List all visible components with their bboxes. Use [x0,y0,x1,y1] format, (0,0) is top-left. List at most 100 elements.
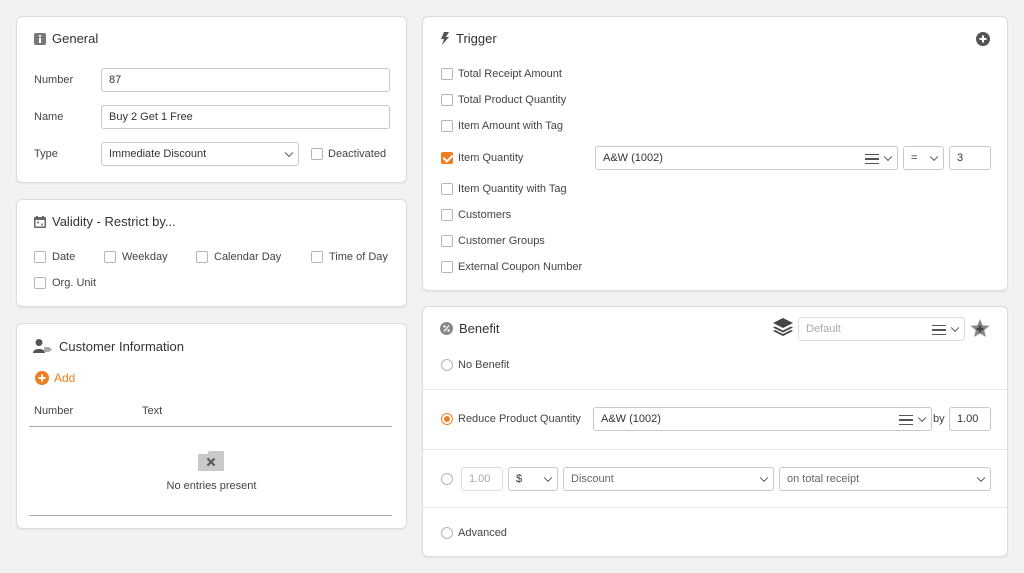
validity-header: Validity - Restrict by... [34,214,176,229]
calendar-day-checkbox[interactable] [196,251,208,263]
total-product-quantity-checkbox[interactable] [441,94,453,106]
table-header-divider [29,426,392,427]
chevron-down-icon [976,473,986,483]
discount-type-select[interactable]: Discount [563,467,774,491]
deactivated-checkbox[interactable] [311,148,323,160]
operator-value: = [911,152,918,164]
by-label: by [933,413,945,425]
item-quantity-checkbox[interactable] [441,152,453,164]
discount-type-value: Discount [571,473,614,485]
item-quantity-with-tag-checkbox[interactable] [441,183,453,195]
type-select[interactable]: Immediate Discount [101,142,299,166]
item-amount-with-tag-label: Item Amount with Tag [458,120,563,132]
benefit-divider [423,507,1007,508]
date-label: Date [52,251,76,263]
benefit-divider [423,389,1007,390]
table-footer-divider [29,515,392,516]
discount-scope-select[interactable]: on total receipt [779,467,991,491]
chevron-down-icon [929,152,939,162]
trigger-panel: Trigger Total Receipt Amount Total Produ… [422,16,1008,291]
number-input[interactable]: 87 [101,68,390,92]
item-quantity-with-tag-label: Item Quantity with Tag [458,183,567,195]
customer-info-title: Customer Information [59,338,184,354]
name-input[interactable]: Buy 2 Get 1 Free [101,105,390,129]
quantity-input[interactable]: 3 [949,146,991,170]
org-unit-checkbox[interactable] [34,277,46,289]
list-icon [932,325,946,335]
time-of-day-checkbox[interactable] [311,251,323,263]
item-quantity-product-value: A&W (1002) [603,152,663,164]
item-amount-with-tag-checkbox[interactable] [441,120,453,132]
default-layer-placeholder: Default [806,323,841,335]
no-benefit-radio[interactable] [441,359,453,371]
user-tag-icon [33,339,52,353]
total-receipt-amount-label: Total Receipt Amount [458,68,562,80]
date-checkbox[interactable] [34,251,46,263]
customer-info-header: Customer Information [33,338,184,354]
list-icon [899,415,913,425]
benefit-divider [423,449,1007,450]
currency-value: $ [516,473,523,485]
add-customer-button[interactable]: Add [35,371,75,385]
general-header: General [34,31,98,46]
advanced-radio[interactable] [441,527,453,539]
total-receipt-amount-checkbox[interactable] [441,68,453,80]
benefit-header: Benefit [440,321,499,336]
currency-select[interactable]: $ [508,467,558,491]
weekday-label: Weekday [122,251,168,263]
percent-badge-icon [440,322,453,335]
operator-select[interactable]: = [903,146,944,170]
no-benefit-label: No Benefit [458,359,510,371]
external-coupon-number-checkbox[interactable] [441,261,453,273]
deactivated-label: Deactivated [328,148,387,160]
empty-folder-icon [198,451,224,471]
chevron-down-icon [883,152,893,162]
plus-circle-icon [35,371,49,385]
lightning-icon [441,32,449,45]
item-quantity-product-select[interactable]: A&W (1002) [595,146,898,170]
validity-panel: Validity - Restrict by... Date Weekday C… [16,199,407,307]
chevron-down-icon [950,323,960,333]
weekday-checkbox[interactable] [104,251,116,263]
reduce-product-value: A&W (1002) [601,413,661,425]
chevron-down-icon [759,473,769,483]
chevron-down-icon [543,473,553,483]
star-add-icon[interactable] [970,319,990,338]
calendar-day-label: Calendar Day [214,251,282,263]
advanced-label: Advanced [458,527,507,539]
add-trigger-icon[interactable] [976,32,990,46]
total-product-quantity-label: Total Product Quantity [458,94,567,106]
discount-radio[interactable] [441,473,453,485]
list-icon [865,154,879,164]
by-value-input[interactable]: 1.00 [949,407,991,431]
info-icon [34,32,46,45]
number-label: Number [34,74,74,86]
customer-groups-label: Customer Groups [458,235,545,247]
chevron-down-icon [917,413,927,423]
column-header-number: Number [34,405,74,417]
layers-icon[interactable] [773,318,793,336]
external-coupon-number-label: External Coupon Number [458,261,583,273]
name-label: Name [34,111,64,123]
type-label: Type [34,148,58,160]
discount-scope-value: on total receipt [787,473,860,485]
customer-groups-checkbox[interactable] [441,235,453,247]
default-layer-select[interactable]: Default [798,317,965,341]
item-quantity-label: Item Quantity [458,152,524,164]
org-unit-label: Org. Unit [52,277,97,289]
trigger-header: Trigger [440,31,497,46]
time-of-day-label: Time of Day [329,251,388,263]
customers-checkbox[interactable] [441,209,453,221]
discount-amount-input[interactable]: 1.00 [461,467,503,491]
reduce-product-quantity-radio[interactable] [441,413,453,425]
type-value: Immediate Discount [109,148,207,160]
customers-label: Customers [458,209,512,221]
empty-state-text: No entries present [166,480,257,492]
general-title: General [52,31,99,46]
general-panel: General Number 87 Name Buy 2 Get 1 Free … [16,16,407,183]
customer-info-panel: Customer Information Add Number Text No … [16,323,407,529]
add-label: Add [54,371,76,385]
reduce-product-select[interactable]: A&W (1002) [593,407,932,431]
calendar-icon [34,215,46,228]
chevron-down-icon [284,148,294,158]
